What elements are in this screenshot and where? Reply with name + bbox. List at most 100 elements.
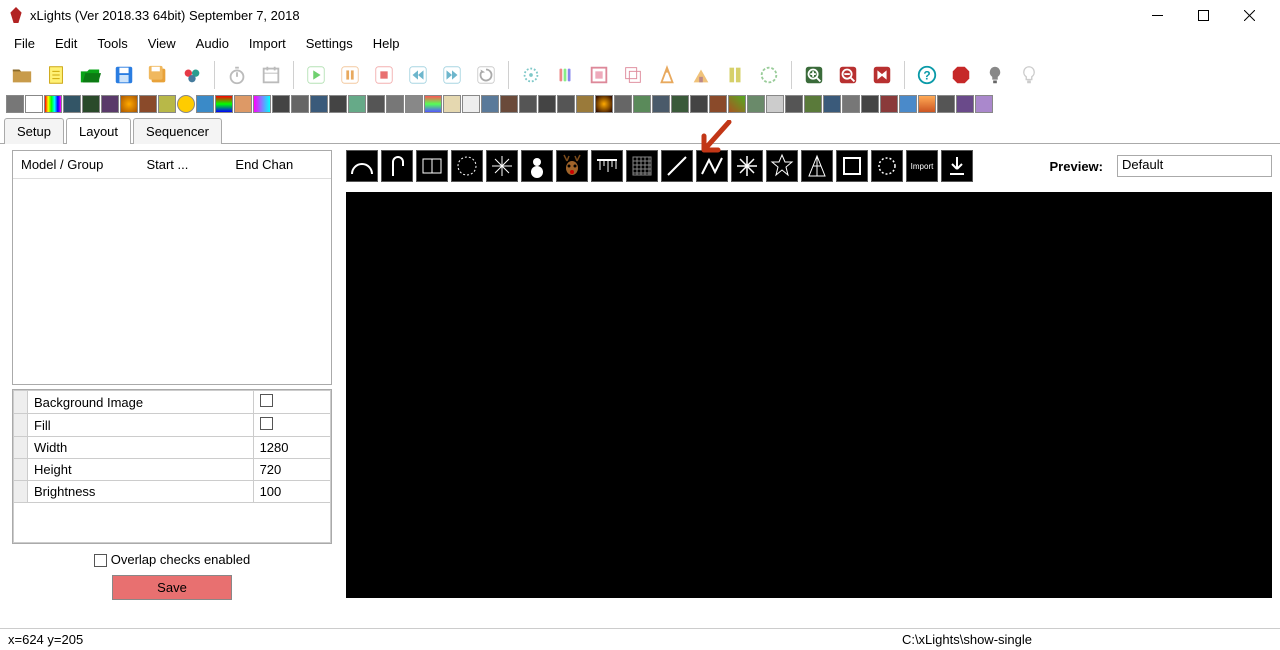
effect-swatch[interactable] xyxy=(500,95,518,113)
model-circle-icon[interactable] xyxy=(451,150,483,182)
effect8-icon[interactable] xyxy=(753,59,785,91)
effect-swatch[interactable] xyxy=(177,95,195,113)
model-cube-icon[interactable] xyxy=(836,150,868,182)
model-snowflake-icon[interactable] xyxy=(486,150,518,182)
lights-off-icon[interactable] xyxy=(979,59,1011,91)
effect-swatch[interactable] xyxy=(348,95,366,113)
effect-swatch[interactable] xyxy=(557,95,575,113)
effect-swatch[interactable] xyxy=(614,95,632,113)
effect-swatch[interactable] xyxy=(937,95,955,113)
pause-icon[interactable] xyxy=(334,59,366,91)
open-folder-icon[interactable] xyxy=(6,59,38,91)
effect-swatch[interactable] xyxy=(329,95,347,113)
model-arch-icon[interactable] xyxy=(346,150,378,182)
tab-setup[interactable]: Setup xyxy=(4,118,64,144)
model-list[interactable]: Model / Group Start ... End Chan xyxy=(12,150,332,385)
effect-swatch[interactable] xyxy=(367,95,385,113)
stopwatch-icon[interactable] xyxy=(221,59,253,91)
model-tree-icon[interactable] xyxy=(801,150,833,182)
effect-swatch[interactable] xyxy=(728,95,746,113)
maximize-button[interactable] xyxy=(1180,0,1226,30)
effect-swatch[interactable] xyxy=(899,95,917,113)
effect-swatch[interactable] xyxy=(842,95,860,113)
effect-swatch[interactable] xyxy=(139,95,157,113)
effect-swatch[interactable] xyxy=(196,95,214,113)
effect-swatch[interactable] xyxy=(481,95,499,113)
effect-swatch[interactable] xyxy=(671,95,689,113)
model-line-icon[interactable] xyxy=(661,150,693,182)
tab-sequencer[interactable]: Sequencer xyxy=(133,118,222,144)
effect-swatch[interactable] xyxy=(6,95,24,113)
open-sequence-icon[interactable] xyxy=(74,59,106,91)
menu-settings[interactable]: Settings xyxy=(298,32,361,55)
save-icon[interactable] xyxy=(108,59,140,91)
model-window-icon[interactable] xyxy=(416,150,448,182)
effect-swatch[interactable] xyxy=(405,95,423,113)
effect-swatch[interactable] xyxy=(880,95,898,113)
prop-height-value[interactable]: 720 xyxy=(253,459,330,481)
menu-help[interactable]: Help xyxy=(365,32,408,55)
effect6-icon[interactable] xyxy=(685,59,717,91)
effect-swatch[interactable] xyxy=(253,95,271,113)
col-start[interactable]: Start ... xyxy=(138,151,227,178)
stop-icon[interactable] xyxy=(368,59,400,91)
overlap-checkbox[interactable]: Overlap checks enabled xyxy=(12,552,332,567)
model-candycane-icon[interactable] xyxy=(381,150,413,182)
effect-swatch[interactable] xyxy=(804,95,822,113)
model-import-icon[interactable]: Import xyxy=(906,150,938,182)
save-button[interactable]: Save xyxy=(112,575,232,600)
effect-swatch[interactable] xyxy=(234,95,252,113)
effect-swatch[interactable] xyxy=(709,95,727,113)
help-icon[interactable]: ? xyxy=(911,59,943,91)
effect-swatch[interactable] xyxy=(101,95,119,113)
prop-fill-checkbox[interactable] xyxy=(253,414,330,437)
minimize-button[interactable] xyxy=(1134,0,1180,30)
effect4-icon[interactable] xyxy=(617,59,649,91)
menu-file[interactable]: File xyxy=(6,32,43,55)
model-matrix-icon[interactable] xyxy=(626,150,658,182)
effect-swatch[interactable] xyxy=(747,95,765,113)
model-star-icon[interactable] xyxy=(766,150,798,182)
model-download-icon[interactable] xyxy=(941,150,973,182)
model-reindeer-icon[interactable] xyxy=(556,150,588,182)
effect-swatch[interactable] xyxy=(424,95,442,113)
preview-canvas[interactable] xyxy=(346,192,1272,598)
effect-swatch[interactable] xyxy=(975,95,993,113)
effect-swatch[interactable] xyxy=(861,95,879,113)
replay-icon[interactable] xyxy=(470,59,502,91)
effect-swatch[interactable] xyxy=(538,95,556,113)
calendar-icon[interactable] xyxy=(255,59,287,91)
effect-swatch[interactable] xyxy=(918,95,936,113)
play-icon[interactable] xyxy=(300,59,332,91)
stop-sign-icon[interactable] xyxy=(945,59,977,91)
menu-import[interactable]: Import xyxy=(241,32,294,55)
menu-view[interactable]: View xyxy=(140,32,184,55)
effect-swatch[interactable] xyxy=(272,95,290,113)
menu-audio[interactable]: Audio xyxy=(188,32,237,55)
effect-swatch[interactable] xyxy=(690,95,708,113)
effects-icon[interactable] xyxy=(866,59,898,91)
forward-icon[interactable] xyxy=(436,59,468,91)
render-icon[interactable] xyxy=(176,59,208,91)
preview-select[interactable]: Default xyxy=(1117,155,1272,177)
effect-swatch[interactable] xyxy=(595,95,613,113)
col-model-group[interactable]: Model / Group xyxy=(13,151,138,178)
effect-swatch[interactable] xyxy=(462,95,480,113)
effect-swatch[interactable] xyxy=(82,95,100,113)
model-snowman-icon[interactable] xyxy=(521,150,553,182)
new-sequence-icon[interactable] xyxy=(40,59,72,91)
effect5-icon[interactable] xyxy=(651,59,683,91)
effect-swatch[interactable] xyxy=(158,95,176,113)
effect-swatch[interactable] xyxy=(633,95,651,113)
effect-swatch[interactable] xyxy=(44,95,62,113)
rewind-icon[interactable] xyxy=(402,59,434,91)
effect-swatch[interactable] xyxy=(291,95,309,113)
effect-swatch[interactable] xyxy=(652,95,670,113)
effect7-icon[interactable] xyxy=(719,59,751,91)
effect3-icon[interactable] xyxy=(583,59,615,91)
menu-edit[interactable]: Edit xyxy=(47,32,85,55)
effect1-icon[interactable] xyxy=(515,59,547,91)
save-all-icon[interactable] xyxy=(142,59,174,91)
menu-tools[interactable]: Tools xyxy=(89,32,135,55)
effect-swatch[interactable] xyxy=(766,95,784,113)
